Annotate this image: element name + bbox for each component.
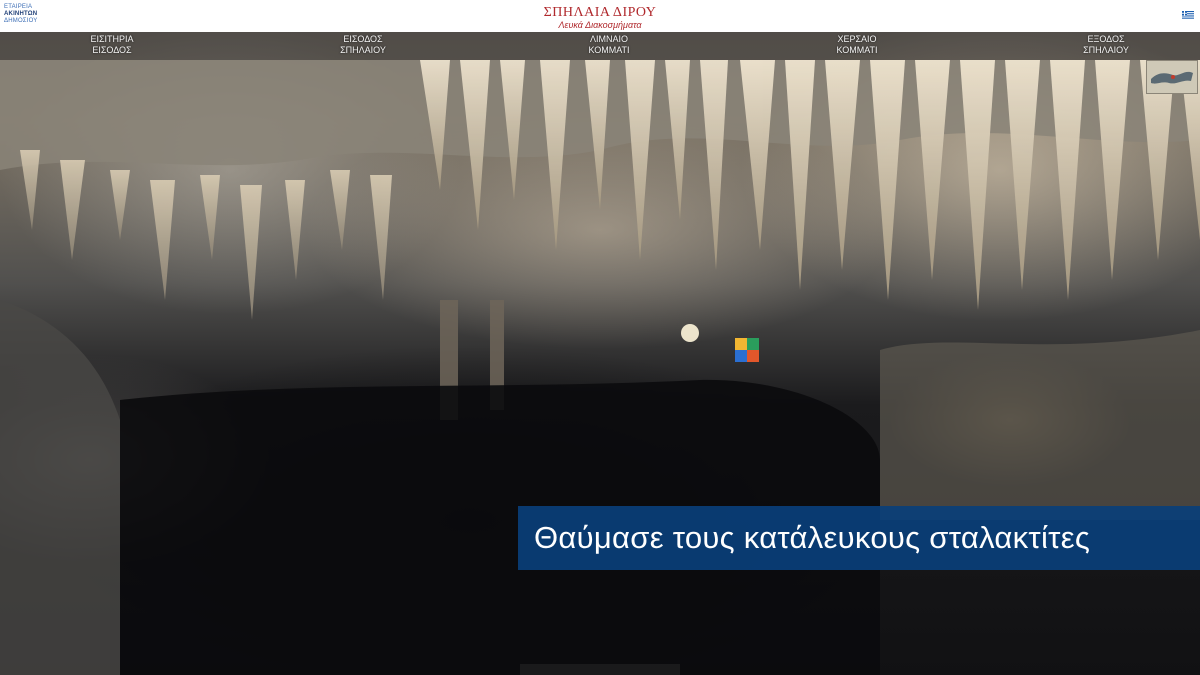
caption-banner: Θαύμασε τους κατάλευκους σταλακτίτες (518, 506, 1200, 570)
mini-map[interactable] (1146, 60, 1198, 94)
nav-item-line1: ΛΙΜΝΑΙΟ (589, 34, 628, 44)
nav-item-tickets-entrance[interactable]: ΕΙΣΙΤΗΡΙΑ ΕΙΣΟΔΟΣ (52, 34, 172, 56)
nav-item-line1: ΧΕΡΣΑΙΟ (837, 34, 877, 44)
nav-item-cave-entrance[interactable]: ΕΙΣΟΔΟΣ ΣΠΗΛΑΙΟΥ (303, 34, 423, 56)
bottom-control-bar[interactable] (520, 664, 680, 675)
site-header: ΕΤΑΙΡΕΙΑ ΑΚΙΝΗΤΩΝ ΔΗΜΟΣΙΟΥ ΣΠΗΛΑΙΑ ΔΙΡΟΥ… (0, 0, 1200, 32)
nav-item-line2: ΣΠΗΛΑΙΟΥ (1083, 45, 1129, 55)
nav-item-line2: ΣΠΗΛΑΙΟΥ (340, 45, 386, 55)
navigation-hotspot-icon[interactable] (734, 337, 760, 363)
nav-item-cave-exit[interactable]: ΕΞΟΔΟΣ ΣΠΗΛΑΙΟΥ (1046, 34, 1166, 56)
page-subtitle: Λευκά Διακοσμήματα (558, 20, 642, 30)
nav-item-line1: ΕΞΟΔΟΣ (1087, 34, 1125, 44)
scene-navigation: ΕΙΣΙΤΗΡΙΑ ΕΙΣΟΔΟΣ ΕΙΣΟΔΟΣ ΣΠΗΛΑΙΟΥ ΛΙΜΝΑ… (0, 32, 1200, 60)
nav-item-line1: ΕΙΣΟΔΟΣ (343, 34, 383, 44)
nav-item-lake-section[interactable]: ΛΙΜΝΑΙΟ ΚΟΜΜΑΤΙ (549, 34, 669, 56)
caption-text: Θαύμασε τους κατάλευκους σταλακτίτες (534, 520, 1091, 555)
cave-scene-graphic (0, 60, 1200, 675)
nav-item-land-section[interactable]: ΧΕΡΣΑΙΟ ΚΟΜΜΑΤΙ (797, 34, 917, 56)
greek-flag-icon[interactable] (1182, 11, 1194, 19)
nav-item-line2: ΚΟΜΜΑΤΙ (836, 45, 878, 55)
map-icon (1147, 61, 1197, 93)
nav-item-line2: ΚΟΜΜΑΤΙ (588, 45, 630, 55)
nav-item-line1: ΕΙΣΙΤΗΡΙΑ (90, 34, 134, 44)
page-title: ΣΠΗΛΑΙΑ ΔΙΡΟΥ (543, 5, 657, 20)
nav-item-line2: ΕΙΣΟΔΟΣ (92, 45, 132, 55)
cave-panorama[interactable] (0, 0, 1200, 675)
